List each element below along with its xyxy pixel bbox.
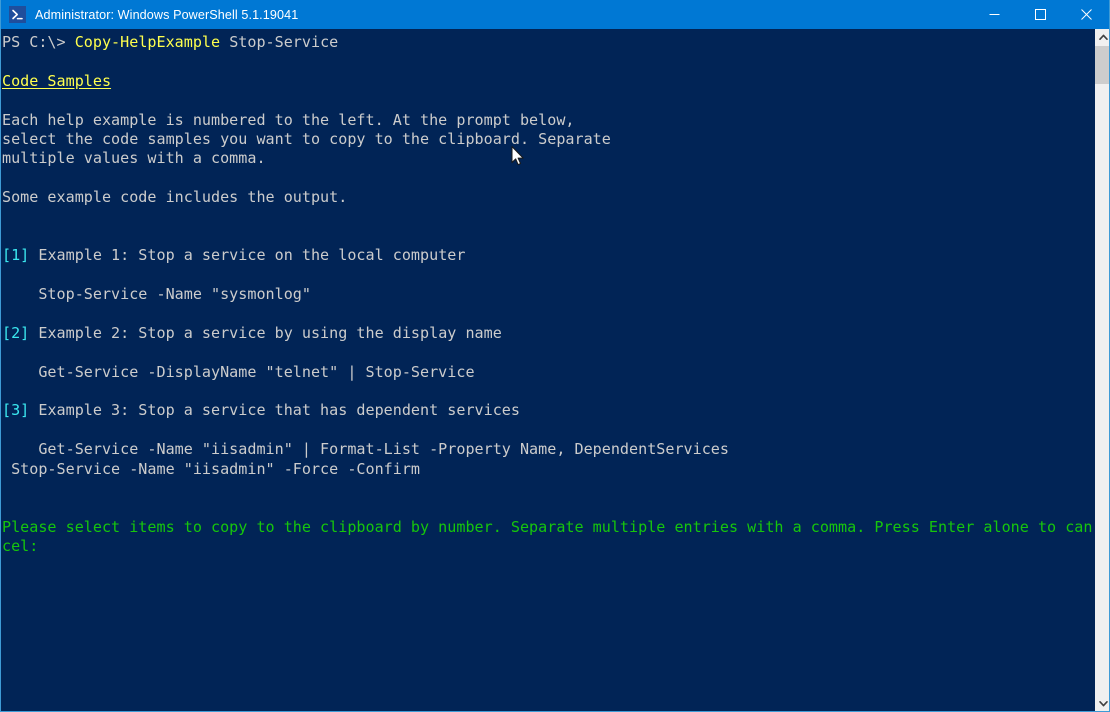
example-title-line: [2] Example 2: Stop a service by using t… — [2, 324, 1094, 343]
example-marker: [2] — [2, 324, 29, 342]
chevron-down-icon — [1099, 700, 1108, 707]
example-code-line: Get-Service -Name "iisadmin" | Format-Li… — [2, 440, 1094, 459]
close-button[interactable] — [1063, 0, 1109, 29]
prompt-command: Copy-HelpExample — [75, 33, 220, 51]
title-bar[interactable]: Administrator: Windows PowerShell 5.1.19… — [1, 0, 1109, 29]
prompt-argument: Stop-Service — [220, 33, 338, 51]
example-code-line: Stop-Service -Name "sysmonlog" — [2, 285, 1094, 304]
example-title-line: [3] Example 3: Stop a service that has d… — [2, 401, 1094, 420]
blank-line — [2, 266, 1094, 285]
scrollbar-track[interactable] — [1095, 46, 1110, 695]
blank-line — [2, 343, 1094, 362]
selection-prompt-text-continued: cel: — [2, 537, 38, 555]
minimize-icon — [989, 9, 1000, 20]
blank-line — [2, 208, 1094, 227]
selection-prompt-text: Please select items to copy to the clipb… — [2, 518, 1092, 536]
console-wrapper: PS C:\> Copy-HelpExample Stop-Service Co… — [1, 29, 1110, 712]
selection-prompt-line-1: Please select items to copy to the clipb… — [2, 518, 1094, 537]
scrollbar-thumb[interactable] — [1095, 46, 1110, 84]
console-scrollbar[interactable] — [1094, 29, 1110, 712]
blank-line — [2, 498, 1094, 517]
blank-line — [2, 52, 1094, 71]
example-code-line: Stop-Service -Name "iisadmin" -Force -Co… — [2, 460, 1094, 479]
example-title: Example 1: Stop a service on the local c… — [29, 246, 465, 264]
intro-line-2: select the code samples you want to copy… — [2, 130, 1094, 149]
example-title: Example 2: Stop a service by using the d… — [29, 324, 502, 342]
scrollbar-up-button[interactable] — [1095, 29, 1110, 46]
example-marker: [3] — [2, 401, 29, 419]
example-title-line: [1] Example 1: Stop a service on the loc… — [2, 246, 1094, 265]
chevron-up-icon — [1099, 34, 1108, 41]
close-icon — [1081, 9, 1092, 20]
minimize-button[interactable] — [971, 0, 1017, 29]
window-title: Administrator: Windows PowerShell 5.1.19… — [35, 8, 298, 22]
prompt-line: PS C:\> Copy-HelpExample Stop-Service — [2, 33, 1094, 52]
intro-line-3: multiple values with a comma. — [2, 149, 1094, 168]
powershell-window: Administrator: Windows PowerShell 5.1.19… — [0, 0, 1110, 712]
example-marker: [1] — [2, 246, 29, 264]
blank-line — [2, 479, 1094, 498]
selection-prompt-line-2: cel: — [2, 537, 1094, 556]
maximize-button[interactable] — [1017, 0, 1063, 29]
blank-line — [2, 421, 1094, 440]
blank-line — [2, 382, 1094, 401]
blank-line — [2, 227, 1094, 246]
scrollbar-down-button[interactable] — [1095, 695, 1110, 712]
blank-line — [2, 169, 1094, 188]
code-samples-heading: Code Samples — [2, 72, 111, 90]
prompt-prefix: PS C:\> — [2, 33, 75, 51]
note-line: Some example code includes the output. — [2, 188, 1094, 207]
example-title: Example 3: Stop a service that has depen… — [29, 401, 520, 419]
console-output-area[interactable]: PS C:\> Copy-HelpExample Stop-Service Co… — [1, 29, 1094, 712]
intro-line-1: Each help example is numbered to the lef… — [2, 111, 1094, 130]
powershell-prompt-icon — [9, 6, 26, 23]
example-code-line: Get-Service -DisplayName "telnet" | Stop… — [2, 363, 1094, 382]
blank-line — [2, 304, 1094, 323]
code-samples-heading-line: Code Samples — [2, 72, 1094, 91]
window-controls — [971, 0, 1109, 29]
maximize-icon — [1035, 9, 1046, 20]
blank-line — [2, 91, 1094, 110]
